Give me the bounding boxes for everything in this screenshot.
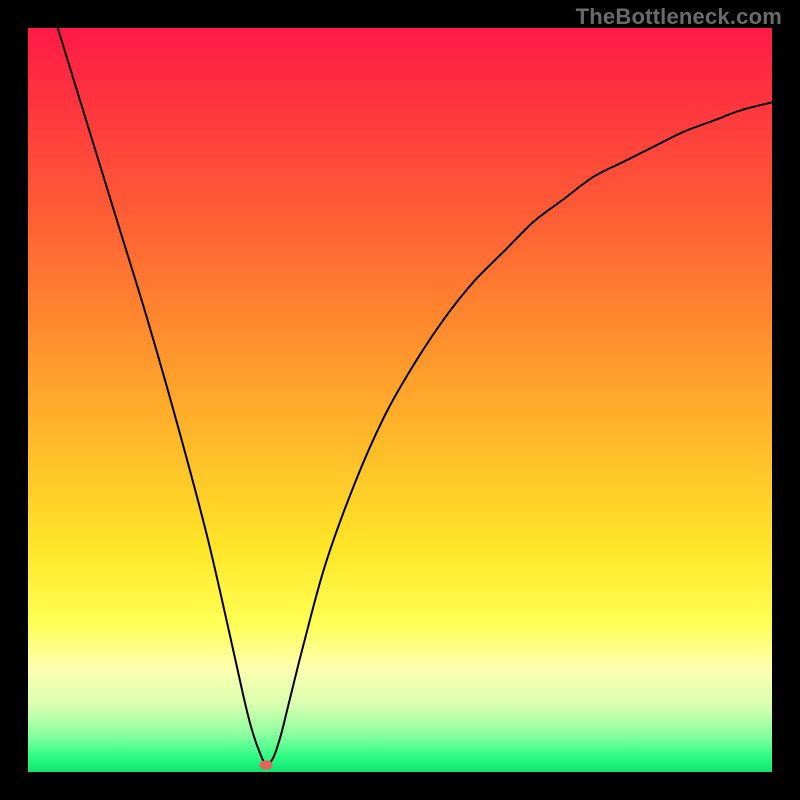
bottleneck-curve (58, 28, 772, 765)
curve-svg (28, 28, 772, 772)
chart-frame: TheBottleneck.com (0, 0, 800, 800)
watermark-text: TheBottleneck.com (576, 4, 782, 30)
plot-area (28, 28, 772, 772)
minimum-marker-icon (260, 760, 273, 769)
